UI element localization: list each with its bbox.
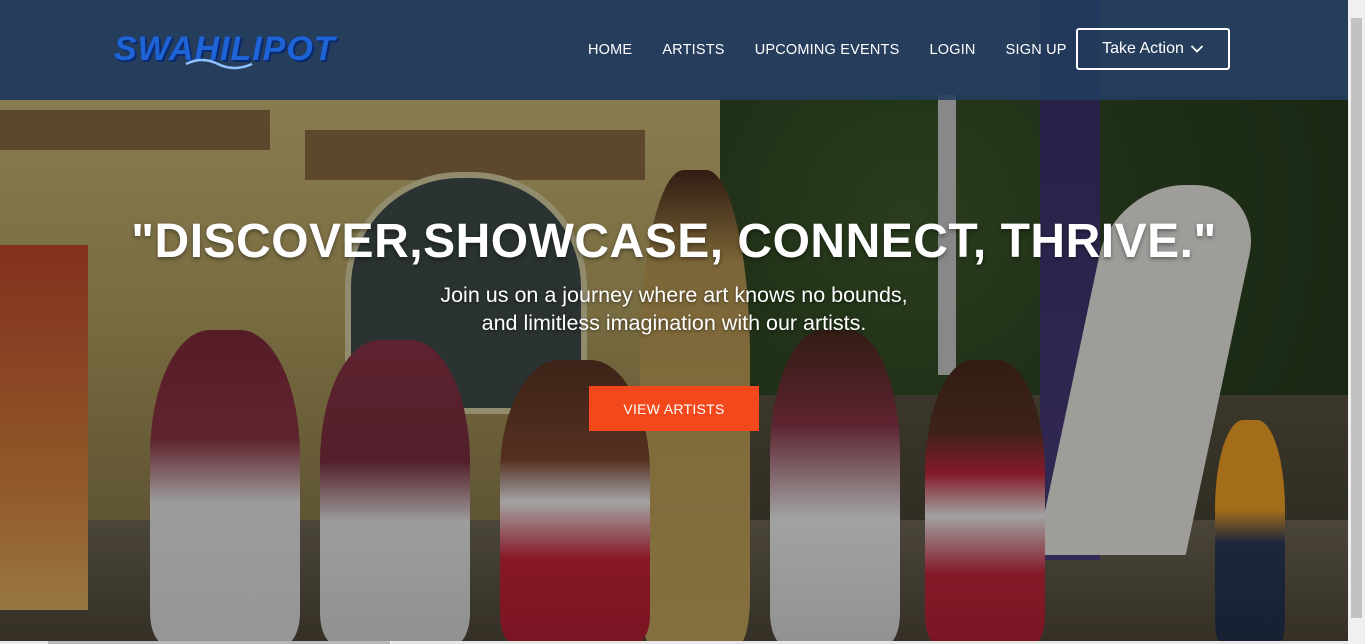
nav-artists[interactable]: ARTISTS — [662, 42, 724, 58]
nav-upcoming-events[interactable]: UPCOMING EVENTS — [755, 42, 900, 58]
site-logo[interactable]: SWAHILIPOT — [114, 26, 354, 72]
take-action-label: Take Action — [1102, 40, 1184, 57]
hero-headline: "DISCOVER,SHOWCASE, CONNECT, THRIVE." — [131, 215, 1217, 268]
nav-home[interactable]: HOME — [588, 42, 632, 58]
main-nav: HOME ARTISTS UPCOMING EVENTS LOGIN SIGN … — [588, 42, 1097, 58]
logo-wave-icon — [185, 58, 253, 70]
top-navbar: SWAHILIPOT HOME ARTISTS UPCOMING EVENTS … — [0, 0, 1348, 100]
vertical-scrollbar-thumb[interactable] — [1351, 18, 1362, 618]
hero-subtitle-line1: Join us on a journey where art knows no … — [440, 283, 908, 307]
chevron-down-icon — [1190, 45, 1204, 53]
nav-sign-up[interactable]: SIGN UP — [1006, 42, 1067, 58]
nav-login[interactable]: LOGIN — [929, 42, 975, 58]
hero-subtitle-line2: and limitless imagination with our artis… — [481, 311, 867, 335]
view-artists-button[interactable]: VIEW ARTISTS — [589, 386, 759, 431]
take-action-dropdown[interactable]: Take Action — [1076, 28, 1230, 70]
